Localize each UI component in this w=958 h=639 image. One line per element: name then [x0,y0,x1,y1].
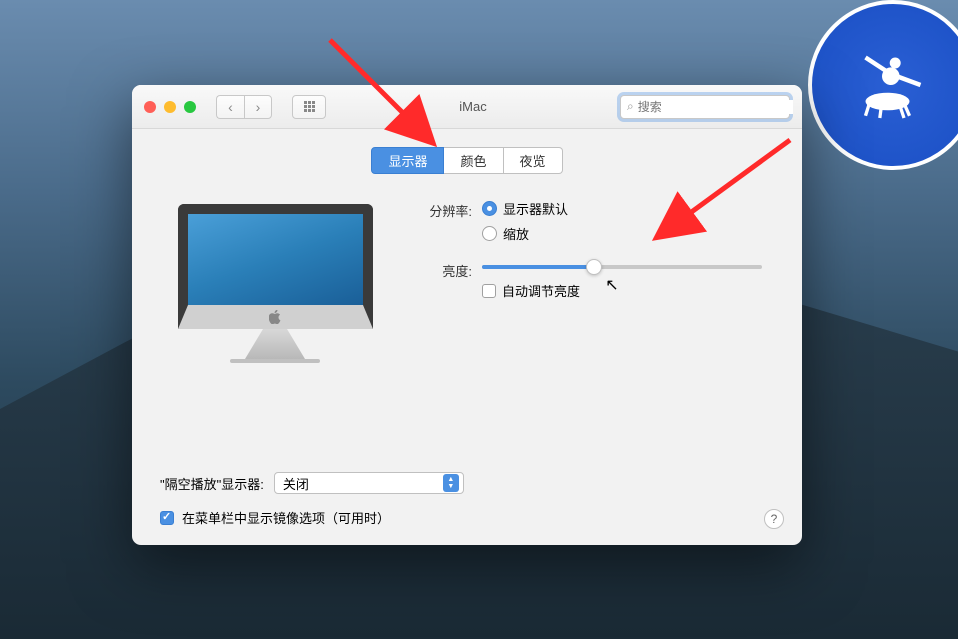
brightness-slider-thumb[interactable] [586,259,602,275]
close-button[interactable] [144,101,156,113]
resolution-label: 分辨率: [420,199,482,220]
display-preview [160,194,390,462]
help-icon: ? [771,512,778,526]
preferences-window: ‹ › iMac ⌕ 显示器 颜色 夜览 [132,85,802,545]
menubar-mirror-label: 在菜单栏中显示镜像选项（可用时） [182,508,390,527]
brightness-label: 亮度: [420,259,482,280]
minimize-button[interactable] [164,101,176,113]
dropdown-arrows-icon: ▲▼ [443,474,459,492]
resolution-default-radio[interactable] [482,201,497,216]
tab-color[interactable]: 颜色 [444,147,503,174]
back-button[interactable]: ‹ [216,95,244,119]
cursor-icon: ↖ [605,275,618,295]
brightness-slider[interactable]: ↖ [482,265,762,269]
window-title: iMac [336,99,610,114]
menubar-mirror-checkbox[interactable] [160,511,174,525]
resolution-scaled-label: 缩放 [503,224,529,243]
auto-brightness-label: 自动调节亮度 [502,281,580,300]
maximize-button[interactable] [184,101,196,113]
airplay-selected: 关闭 [283,474,309,493]
forward-button[interactable]: › [244,95,272,119]
search-icon: ⌕ [627,99,634,114]
help-button[interactable]: ? [764,509,784,529]
airplay-label: "隔空播放"显示器: [160,474,264,493]
auto-brightness-checkbox[interactable] [482,284,496,298]
search-input[interactable] [638,100,793,114]
tab-bar: 显示器 颜色 夜览 [160,147,774,174]
chevron-left-icon: ‹ [228,99,233,115]
tab-nightshift[interactable]: 夜览 [504,147,563,174]
tab-display[interactable]: 显示器 [371,147,444,174]
airplay-dropdown[interactable]: 关闭 ▲▼ [274,472,464,494]
search-field[interactable]: ⌕ [620,95,790,119]
grid-icon [304,101,315,112]
show-all-button[interactable] [292,95,326,119]
apple-logo-icon [269,310,281,324]
resolution-default-label: 显示器默认 [503,199,568,218]
titlebar: ‹ › iMac ⌕ [132,85,802,129]
watermark-logo [808,0,958,170]
resolution-scaled-radio[interactable] [482,226,497,241]
chevron-right-icon: › [256,99,261,115]
